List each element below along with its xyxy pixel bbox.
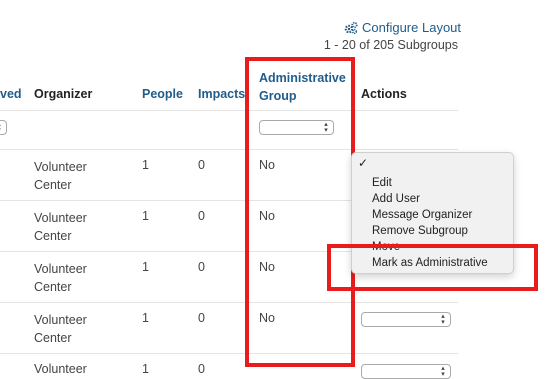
administrative-column-highlight	[245, 57, 355, 367]
row-5-people: 1	[142, 362, 149, 376]
filter-divider	[0, 149, 458, 150]
row-1-impacts: 0	[198, 158, 205, 172]
row-1-organizer: Volunteer Center	[34, 158, 87, 194]
gears-icon	[344, 21, 358, 34]
menu-item-message-organizer[interactable]: Message Organizer	[372, 209, 472, 221]
organizer-line: Volunteer	[34, 160, 87, 174]
column-people-header[interactable]: People	[142, 87, 183, 101]
row-divider	[0, 302, 458, 303]
row-3-impacts: 0	[198, 260, 205, 274]
organizer-line: Center	[34, 331, 72, 345]
column-impacts-header[interactable]: Impacts	[198, 87, 245, 101]
row-4-impacts: 0	[198, 311, 205, 325]
mark-as-administrative-highlight	[327, 244, 538, 291]
organizer-line: Volunteer	[34, 211, 87, 225]
organizer-line: Center	[34, 178, 72, 192]
organizer-line: Center	[34, 280, 72, 294]
menu-item-add-user[interactable]: Add User	[372, 193, 420, 205]
row-3-organizer: Volunteer Center	[34, 260, 87, 296]
organizer-line: Center	[34, 229, 72, 243]
menu-item-remove-subgroup[interactable]: Remove Subgroup	[372, 225, 468, 237]
row-1-people: 1	[142, 158, 149, 172]
pagination-summary: 1 - 20 of 205 Subgroups	[323, 38, 458, 52]
configure-layout-link[interactable]: Configure Layout	[344, 20, 461, 35]
row-2-organizer: Volunteer Center	[34, 209, 87, 245]
row-divider	[0, 353, 458, 354]
approved-filter-select[interactable]	[0, 120, 7, 135]
column-actions-header: Actions	[361, 87, 407, 101]
menu-item-edit[interactable]: Edit	[372, 177, 392, 189]
row-4-actions-select[interactable]	[361, 312, 451, 327]
row-4-people: 1	[142, 311, 149, 325]
header-divider	[0, 110, 458, 111]
row-2-people: 1	[142, 209, 149, 223]
row-5-actions-select[interactable]	[361, 364, 451, 379]
column-approved-header[interactable]: ved	[0, 87, 22, 101]
configure-layout-label: Configure Layout	[362, 20, 462, 35]
row-3-people: 1	[142, 260, 149, 274]
check-icon: ✓	[358, 156, 369, 170]
organizer-line: Volunteer	[34, 262, 87, 276]
row-4-organizer: Volunteer Center	[34, 311, 87, 347]
row-5-organizer: Volunteer	[34, 362, 87, 376]
row-5-impacts: 0	[198, 362, 205, 376]
organizer-line: Volunteer	[34, 313, 87, 327]
column-organizer-header: Organizer	[34, 87, 93, 101]
row-2-impacts: 0	[198, 209, 205, 223]
